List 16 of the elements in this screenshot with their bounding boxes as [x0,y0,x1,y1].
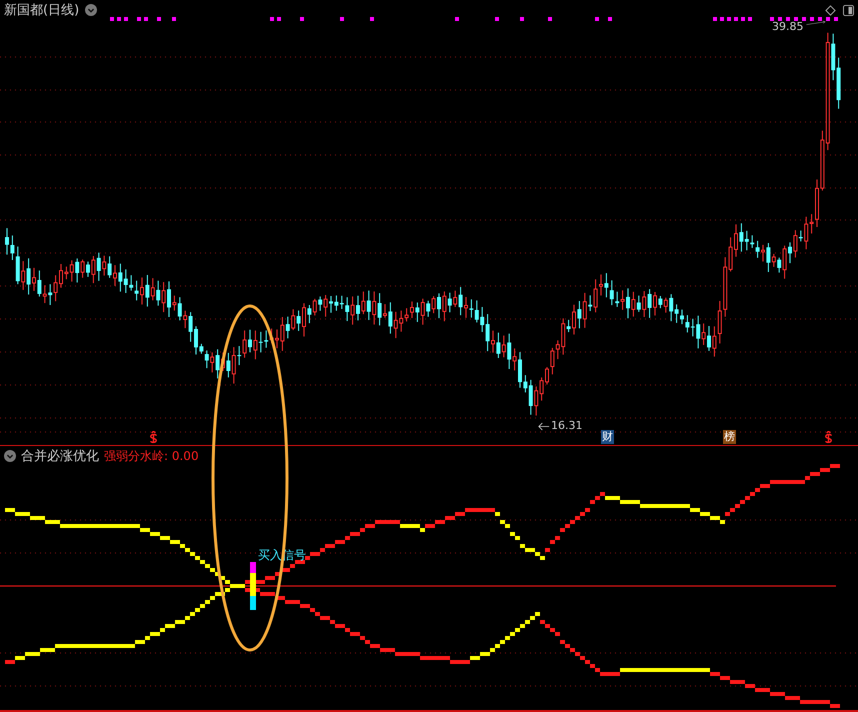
indicator-reading: 强弱分水岭: 0.00 [104,448,199,464]
dollar-icon[interactable] [824,431,833,444]
panel-toggle-icon[interactable] [843,5,854,16]
chevron-down-icon[interactable] [85,4,98,16]
diamond-icon[interactable] [825,5,836,16]
chart-title: 新国都(日线) [4,2,80,19]
event-marker[interactable]: 财 [601,430,614,444]
signal-bar-icon [250,562,256,610]
dollar-icon[interactable] [149,431,158,444]
indicator-name: 合并必涨优化 [21,448,99,465]
high-price-label: 39.85 [772,20,804,33]
event-marker[interactable]: 榜 [723,430,736,444]
low-price-label: 16.31 [551,419,582,432]
chevron-down-icon[interactable] [4,450,16,462]
arrow-icon [538,422,550,431]
arrow-icon [806,19,826,27]
